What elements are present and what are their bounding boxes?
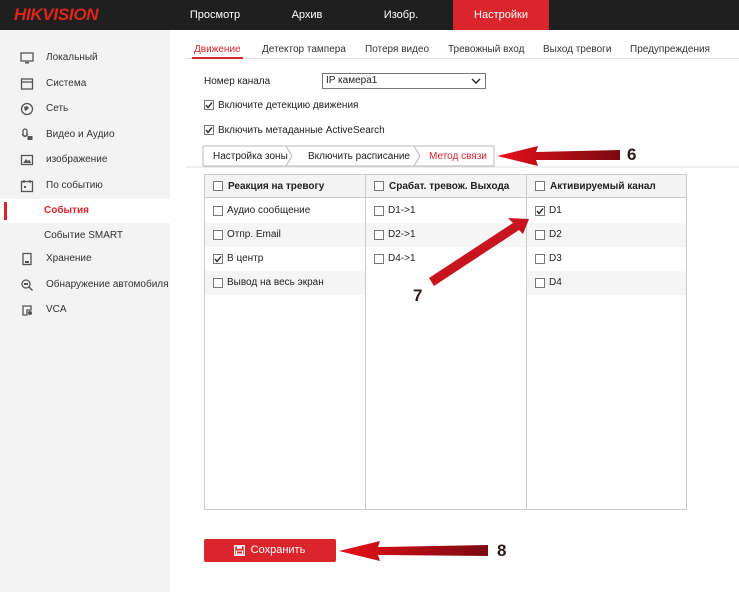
annotation-overlay <box>339 146 620 561</box>
annotation-arrow-8 <box>339 541 488 561</box>
annotation-label-6: 6 <box>627 145 637 164</box>
annotation-label-7: 7 <box>413 286 423 305</box>
annotation-arrow-6 <box>497 146 620 166</box>
annotation-label-8: 8 <box>497 541 507 560</box>
annotation-arrow-7 <box>429 218 529 286</box>
